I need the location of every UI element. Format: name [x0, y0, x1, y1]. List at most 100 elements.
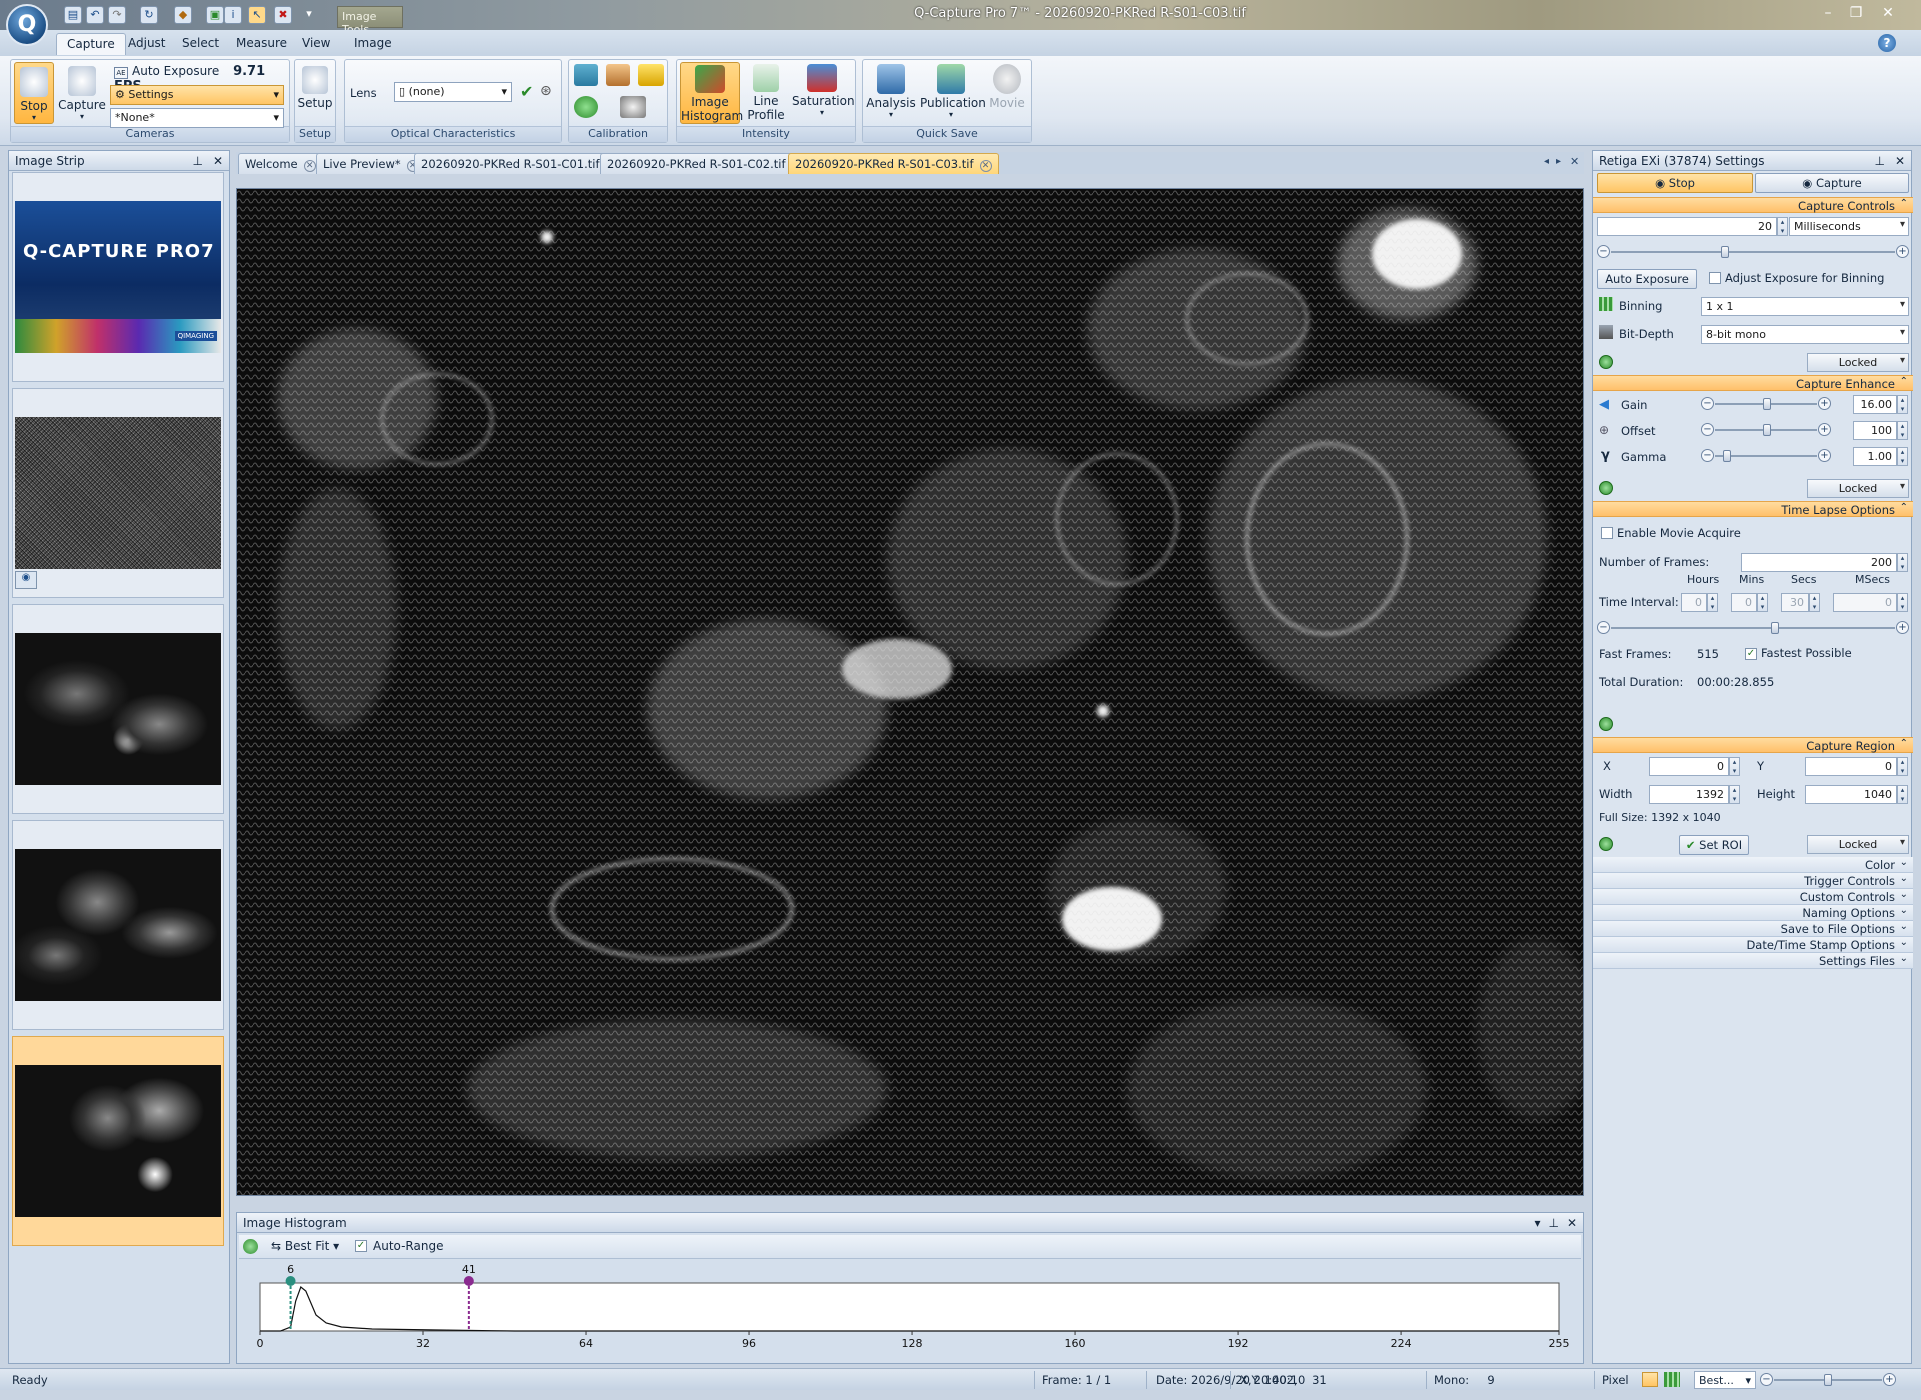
settings-preset-select[interactable]: *None* ▾ — [110, 108, 284, 128]
slider-thumb[interactable] — [1723, 450, 1731, 462]
setup-button[interactable]: Setup — [296, 62, 334, 124]
slider-thumb[interactable] — [1824, 1374, 1832, 1386]
plus-icon[interactable]: + — [1818, 449, 1831, 462]
plus-icon[interactable]: + — [1896, 621, 1909, 634]
pin-icon[interactable]: ⊥ — [1874, 154, 1884, 168]
height-spinner[interactable]: ▴ ▾ — [1897, 785, 1908, 804]
lens-settings-icon[interactable]: ⊛ — [540, 83, 552, 99]
datetime-stamp-section[interactable]: Date/Time Stamp Options ⌄ — [1593, 937, 1913, 953]
y-spinner[interactable]: ▴ ▾ — [1897, 757, 1908, 776]
mins-input[interactable]: 0 — [1731, 593, 1757, 612]
gain-slider[interactable]: − + — [1701, 397, 1831, 411]
mins-spinner[interactable]: ▴ ▾ — [1757, 593, 1768, 612]
doc-tab-welcome[interactable]: Welcome ✕ — [238, 153, 323, 174]
refresh-icon[interactable] — [1599, 717, 1613, 731]
close-icon[interactable]: ✕ — [1567, 1216, 1577, 1230]
quick-access-icon[interactable]: ▤ — [64, 6, 82, 24]
apply-check-icon[interactable]: ✔ — [520, 82, 533, 101]
plus-icon[interactable]: + — [1896, 245, 1909, 258]
settings-capture-button[interactable]: ◉ Capture — [1755, 173, 1909, 193]
settings-files-section[interactable]: Settings Files ⌄ — [1593, 953, 1913, 969]
thumbnail-live-preview[interactable]: ◉ — [12, 388, 224, 598]
grid-view-icon[interactable] — [1664, 1372, 1680, 1387]
refresh-icon[interactable] — [1599, 481, 1613, 495]
auto-range-checkbox[interactable]: ✓ — [355, 1240, 367, 1252]
fastest-possible-checkbox[interactable]: ✓ — [1745, 648, 1757, 660]
capture-region-header[interactable]: Capture Region ⌃ — [1593, 737, 1913, 753]
close-icon[interactable]: ✕ — [1876, 4, 1900, 22]
pointer-icon[interactable]: ↖ — [248, 6, 266, 24]
thumbnail-c02[interactable] — [12, 820, 224, 1030]
chevron-down-icon[interactable]: ▾ — [1534, 1216, 1540, 1230]
custom-controls-section[interactable]: Custom Controls ⌄ — [1593, 889, 1913, 905]
gamma-input[interactable]: 1.00 — [1853, 447, 1897, 466]
time-interval-slider[interactable]: − + — [1597, 621, 1909, 635]
naming-options-section[interactable]: Naming Options ⌄ — [1593, 905, 1913, 921]
refresh-calibration-icon[interactable] — [574, 96, 598, 118]
minus-icon[interactable]: − — [1701, 449, 1714, 462]
settings-dropdown[interactable]: ⚙ Settings ▾ — [110, 85, 284, 105]
trigger-controls-section[interactable]: Trigger Controls ⌄ — [1593, 873, 1913, 889]
minus-icon[interactable]: − — [1701, 397, 1714, 410]
app-menu-button[interactable]: Q — [6, 4, 48, 46]
doc-tab-c02[interactable]: 20260920-PKRed R-S01-C02.tif✕ — [600, 153, 811, 174]
offset-input[interactable]: 100 — [1853, 421, 1897, 440]
region-lock-select[interactable]: Locked — [1807, 835, 1909, 854]
color-section[interactable]: Color ⌄ — [1593, 857, 1913, 873]
set-roi-button[interactable]: ✔ Set ROI — [1679, 835, 1749, 855]
gamma-spinner[interactable]: ▴ ▾ — [1897, 447, 1908, 466]
num-frames-spinner[interactable]: ▴ ▾ — [1897, 553, 1908, 572]
saturation-button[interactable]: Saturation ▾ — [792, 62, 855, 124]
doc-tab-c03[interactable]: 20260920-PKRed R-S01-C03.tif ✕ — [788, 153, 999, 174]
num-frames-input[interactable]: 200 — [1741, 553, 1897, 572]
info-icon[interactable]: i — [224, 6, 242, 24]
camera-icon[interactable]: ▣ — [206, 6, 224, 24]
exposure-input[interactable]: 20 — [1597, 217, 1777, 236]
y-input[interactable]: 0 — [1805, 757, 1897, 776]
secs-spinner[interactable]: ▴ ▾ — [1809, 593, 1820, 612]
ruler-icon[interactable] — [638, 64, 664, 86]
tag-icon[interactable]: ◆ — [174, 6, 192, 24]
high-marker-handle[interactable] — [463, 1276, 474, 1286]
minus-icon[interactable]: − — [1760, 1373, 1773, 1386]
gamma-slider[interactable]: − + — [1701, 449, 1831, 463]
capture-button[interactable]: Capture ▾ — [58, 62, 106, 124]
tab-capture[interactable]: Capture — [56, 33, 126, 55]
plus-icon[interactable]: + — [1818, 397, 1831, 410]
tab-view[interactable]: View — [292, 33, 340, 55]
x-input[interactable]: 0 — [1649, 757, 1729, 776]
minus-icon[interactable]: − — [1701, 423, 1714, 436]
doc-tab-c01[interactable]: 20260920-PKRed R-S01-C01.tif✕ — [414, 153, 625, 174]
tab-close-icon[interactable]: ✕ — [979, 160, 992, 172]
brush-icon[interactable] — [606, 64, 630, 86]
tab-scroll-right-icon[interactable]: ▸ — [1556, 156, 1561, 167]
customize-toolbar-icon[interactable]: ▾ — [300, 6, 318, 24]
tab-scroll-left-icon[interactable]: ◂ — [1544, 156, 1549, 167]
x-spinner[interactable]: ▴ ▾ — [1729, 757, 1740, 776]
image-histogram-button[interactable]: Image Histogram — [680, 62, 743, 124]
close-icon[interactable]: ✕ — [1895, 154, 1905, 168]
thumbnail-c03[interactable] — [12, 1036, 224, 1246]
slider-thumb[interactable] — [1763, 424, 1771, 436]
tab-image[interactable]: Image — [344, 33, 402, 55]
offset-spinner[interactable]: ▴ ▾ — [1897, 421, 1908, 440]
msecs-spinner[interactable]: ▴ ▾ — [1897, 593, 1908, 612]
zoom-select[interactable]: Best... ▾ — [1694, 1371, 1756, 1389]
analysis-button[interactable]: Analysis ▾ — [866, 62, 916, 124]
enable-movie-checkbox[interactable] — [1601, 527, 1613, 539]
refresh-icon[interactable] — [1599, 355, 1613, 369]
close-icon[interactable]: ✕ — [213, 154, 223, 168]
secs-input[interactable]: 30 — [1781, 593, 1809, 612]
lens-select[interactable]: ▯ (none) ▾ — [394, 82, 512, 102]
tab-close-icon[interactable]: ✕ — [303, 160, 316, 172]
msecs-input[interactable]: 0 — [1833, 593, 1897, 612]
refresh-icon[interactable] — [243, 1239, 258, 1254]
exposure-spinner[interactable]: ▴ ▾ — [1777, 217, 1788, 236]
tab-adjust[interactable]: Adjust — [118, 33, 176, 55]
pin-icon[interactable]: ⊥ — [1548, 1216, 1558, 1230]
best-fit-dropdown[interactable]: ⇆ Best Fit ▾ — [271, 1239, 339, 1253]
enhance-lock-select[interactable]: Locked — [1807, 479, 1909, 498]
image-canvas[interactable] — [236, 188, 1584, 1196]
bit-depth-select[interactable]: 8-bit mono — [1701, 325, 1909, 344]
thumbnail-splash[interactable]: Q-CAPTURE PRO7 QIMAGING — [12, 172, 224, 382]
